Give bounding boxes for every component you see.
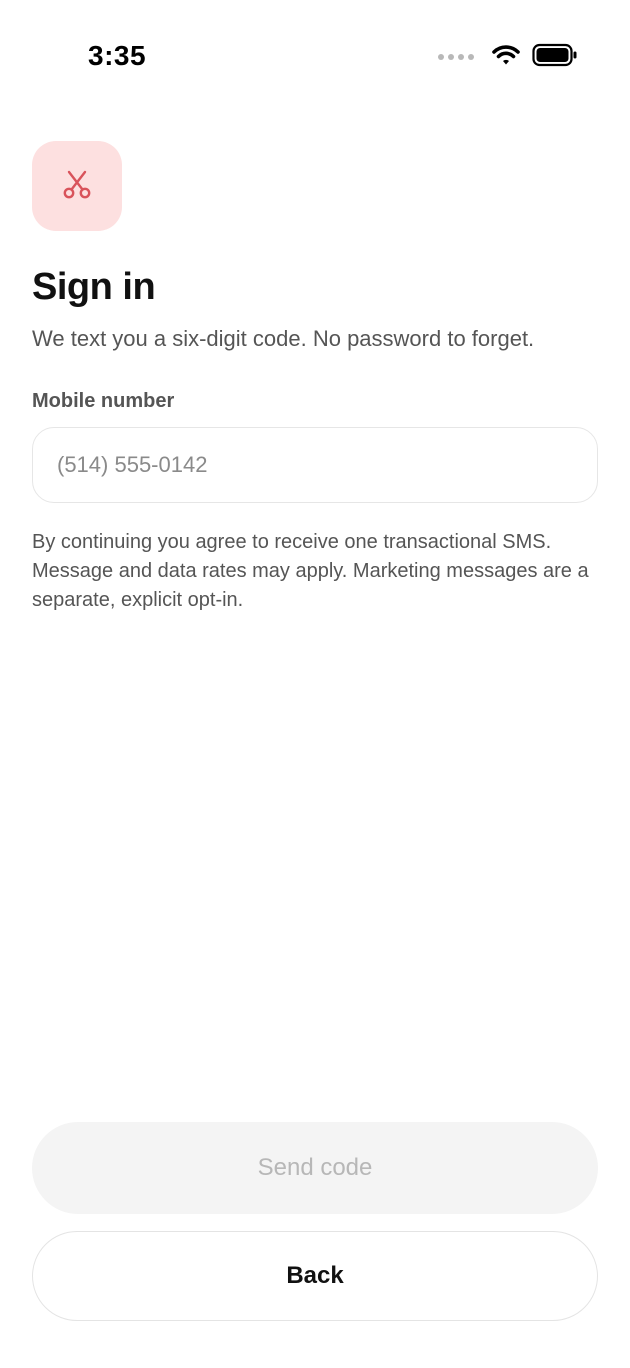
app-logo — [32, 141, 122, 231]
page-subtitle: We text you a six-digit code. No passwor… — [32, 326, 535, 351]
send-code-button[interactable]: Send code — [32, 1122, 598, 1214]
cellular-signal-icon — [438, 54, 474, 60]
status-icons — [438, 42, 578, 72]
mobile-number-label: Mobile number — [32, 390, 175, 412]
mobile-number-input[interactable] — [32, 427, 598, 503]
scissors-icon — [61, 168, 93, 205]
wifi-icon — [492, 44, 520, 71]
page-title: Sign in — [32, 266, 156, 308]
battery-icon — [532, 43, 578, 72]
back-button[interactable]: Back — [32, 1231, 598, 1321]
status-time: 3:35 — [88, 40, 147, 71]
sms-disclaimer: By continuing you agree to receive one t… — [32, 531, 589, 611]
status-bar: 3:35 — [0, 0, 630, 110]
